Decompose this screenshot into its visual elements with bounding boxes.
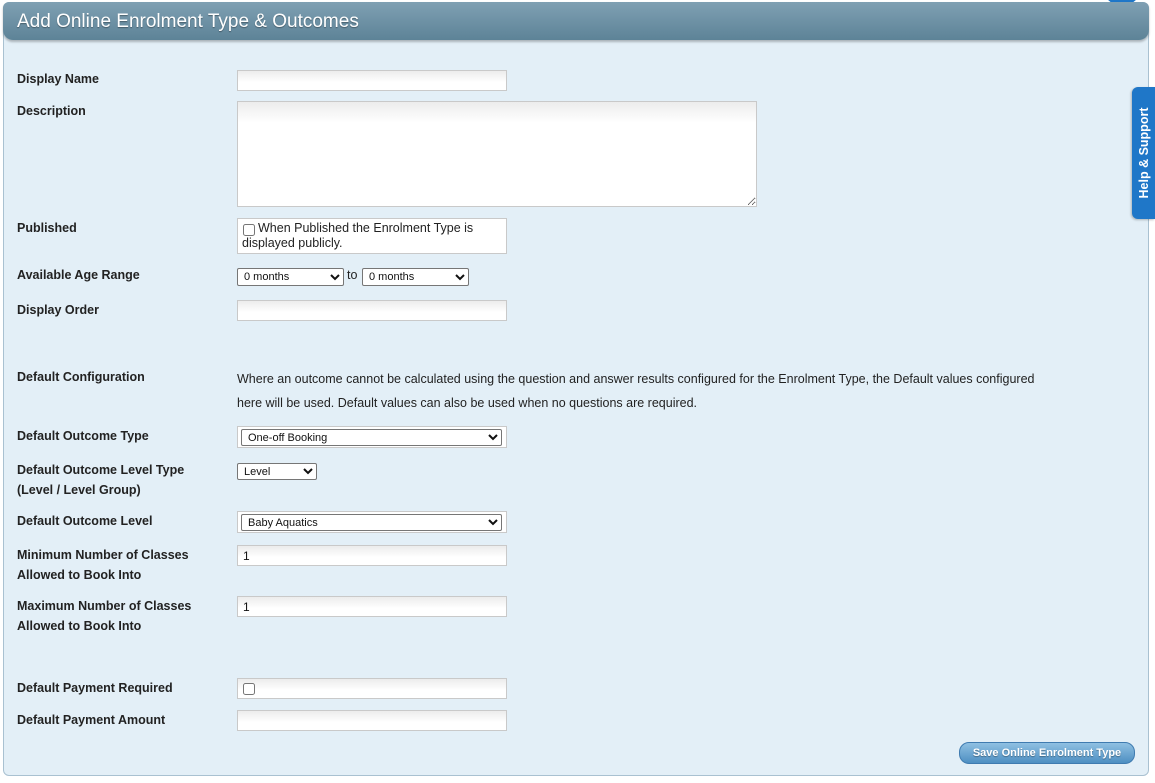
max-classes-label-line2: Allowed to Book Into xyxy=(17,619,142,633)
default-configuration-label: Default Configuration xyxy=(17,370,145,384)
age-range-from-select[interactable]: 0 months xyxy=(237,268,344,286)
age-range-to-select[interactable]: 0 months xyxy=(362,268,469,286)
default-outcome-type-label: Default Outcome Type xyxy=(17,429,149,443)
min-classes-input[interactable] xyxy=(237,545,507,566)
help-support-tab[interactable]: Help & Support xyxy=(1132,87,1155,219)
max-classes-input[interactable] xyxy=(237,596,507,617)
display-order-label: Display Order xyxy=(17,303,99,317)
default-payment-amount-label: Default Payment Amount xyxy=(17,713,166,727)
default-payment-required-checkbox[interactable] xyxy=(243,683,255,695)
max-classes-label-line1: Maximum Number of Classes xyxy=(17,599,192,613)
default-outcome-level-type-label-line1: Default Outcome Level Type xyxy=(17,463,185,477)
published-label: Published xyxy=(17,221,77,235)
default-configuration-description: Where an outcome cannot be calculated us… xyxy=(237,372,1035,410)
default-outcome-type-select[interactable]: One-off Booking xyxy=(241,429,502,446)
default-payment-required-label: Default Payment Required xyxy=(17,681,173,695)
save-online-enrolment-type-button[interactable]: Save Online Enrolment Type xyxy=(959,742,1135,764)
description-label: Description xyxy=(17,104,86,118)
published-checkbox-text: When Published the Enrolment Type is dis… xyxy=(242,221,474,250)
min-classes-label-line1: Minimum Number of Classes xyxy=(17,548,189,562)
page-title: Add Online Enrolment Type & Outcomes xyxy=(17,11,359,32)
display-order-input[interactable] xyxy=(237,300,507,321)
default-outcome-level-type-label-line2: (Level / Level Group) xyxy=(17,483,141,497)
default-outcome-level-type-label: Default Outcome Level Type (Level / Leve… xyxy=(17,460,184,500)
default-payment-required-box xyxy=(237,678,507,699)
min-classes-label: Minimum Number of Classes Allowed to Boo… xyxy=(17,545,189,585)
age-range-to-text: to xyxy=(347,268,358,282)
display-name-input[interactable] xyxy=(237,70,507,91)
max-classes-label: Maximum Number of Classes Allowed to Boo… xyxy=(17,596,191,636)
min-classes-label-line2: Allowed to Book Into xyxy=(17,568,142,582)
default-payment-amount-input[interactable] xyxy=(237,710,507,731)
help-support-label: Help & Support xyxy=(1136,107,1151,199)
age-range-label: Available Age Range xyxy=(17,268,140,282)
panel-header: Add Online Enrolment Type & Outcomes xyxy=(3,2,1149,40)
default-outcome-level-label: Default Outcome Level xyxy=(17,514,153,528)
description-textarea[interactable] xyxy=(237,101,757,207)
default-outcome-level-select[interactable]: Baby Aquatics xyxy=(241,514,502,531)
default-outcome-level-type-select[interactable]: Level xyxy=(237,463,317,480)
display-name-label: Display Name xyxy=(17,72,99,86)
